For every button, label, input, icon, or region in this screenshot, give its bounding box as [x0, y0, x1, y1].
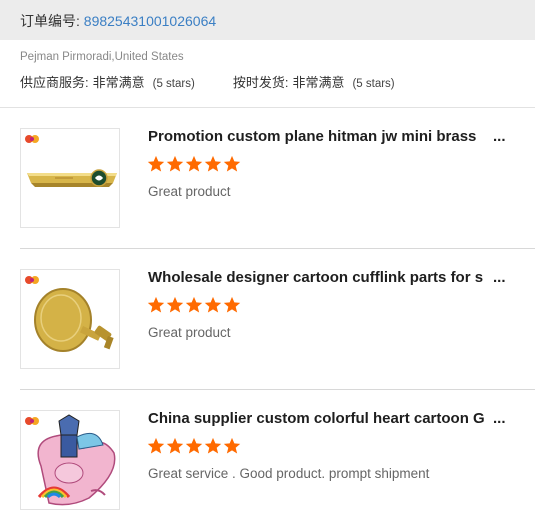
seller-ratings: 供应商服务: 非常满意 (5 stars) 按时发货: 非常满意 (5 star…: [20, 72, 515, 91]
brand-logo-icon: [25, 135, 39, 143]
title-ellipsis: ...: [493, 128, 506, 145]
order-number-label: 订单编号:: [20, 13, 80, 29]
product-review-item: China supplier custom colorful heart car…: [20, 410, 535, 510]
review-text: Great service . Good product. prompt shi…: [148, 466, 430, 481]
star-icon: [166, 296, 184, 313]
rating-stars: [147, 155, 241, 173]
product-review-item: Promotion custom plane hitman jw mini br…: [20, 128, 535, 228]
title-ellipsis: ...: [493, 269, 506, 286]
order-header: 订单编号: 89825431001026064: [0, 0, 535, 40]
star-icon: [223, 437, 241, 454]
review-text: Great product: [148, 325, 231, 340]
product-title-link[interactable]: Wholesale designer cartoon cufflink part…: [148, 269, 493, 286]
item-divider: [20, 248, 535, 249]
rating-stars-text: (5 stars): [352, 78, 395, 90]
star-icon: [166, 437, 184, 454]
product-thumbnail[interactable]: [20, 410, 120, 510]
product-thumbnail[interactable]: [20, 128, 120, 228]
buyer-name: Pejman Pirmoradi,United States: [20, 51, 184, 63]
star-icon: [185, 437, 203, 454]
brand-logo-icon: [25, 417, 39, 425]
rating-stars-text: (5 stars): [152, 78, 195, 90]
star-icon: [147, 437, 165, 454]
product-thumbnail[interactable]: [20, 269, 120, 369]
rating-value: 非常满意: [292, 75, 345, 90]
brand-logo-icon: [25, 276, 39, 284]
rating-stars: [147, 437, 241, 455]
star-icon: [204, 155, 222, 172]
section-divider: [0, 107, 535, 108]
star-icon: [185, 296, 203, 313]
rating-label: 按时发货:: [232, 75, 289, 90]
product-review-item: Wholesale designer cartoon cufflink part…: [20, 269, 535, 369]
rating-stars: [147, 296, 241, 314]
star-icon: [147, 155, 165, 172]
star-icon: [166, 155, 184, 172]
product-title-link[interactable]: Promotion custom plane hitman jw mini br…: [148, 128, 493, 145]
order-summary: Pejman Pirmoradi,United States 供应商服务: 非常…: [20, 51, 515, 91]
star-icon: [204, 437, 222, 454]
star-icon: [185, 155, 203, 172]
review-text: Great product: [148, 184, 231, 199]
supplier-service-rating: 供应商服务: 非常满意 (5 stars): [20, 72, 195, 91]
product-title-link[interactable]: China supplier custom colorful heart car…: [148, 410, 493, 427]
star-icon: [223, 155, 241, 172]
rating-label: 供应商服务:: [20, 75, 89, 90]
rating-value: 非常满意: [92, 75, 145, 90]
title-ellipsis: ...: [493, 410, 506, 427]
on-time-shipping-rating: 按时发货: 非常满意 (5 stars): [233, 72, 395, 91]
order-number-link[interactable]: 89825431001026064: [84, 13, 216, 29]
star-icon: [147, 296, 165, 313]
item-divider: [20, 389, 535, 390]
star-icon: [204, 296, 222, 313]
star-icon: [223, 296, 241, 313]
